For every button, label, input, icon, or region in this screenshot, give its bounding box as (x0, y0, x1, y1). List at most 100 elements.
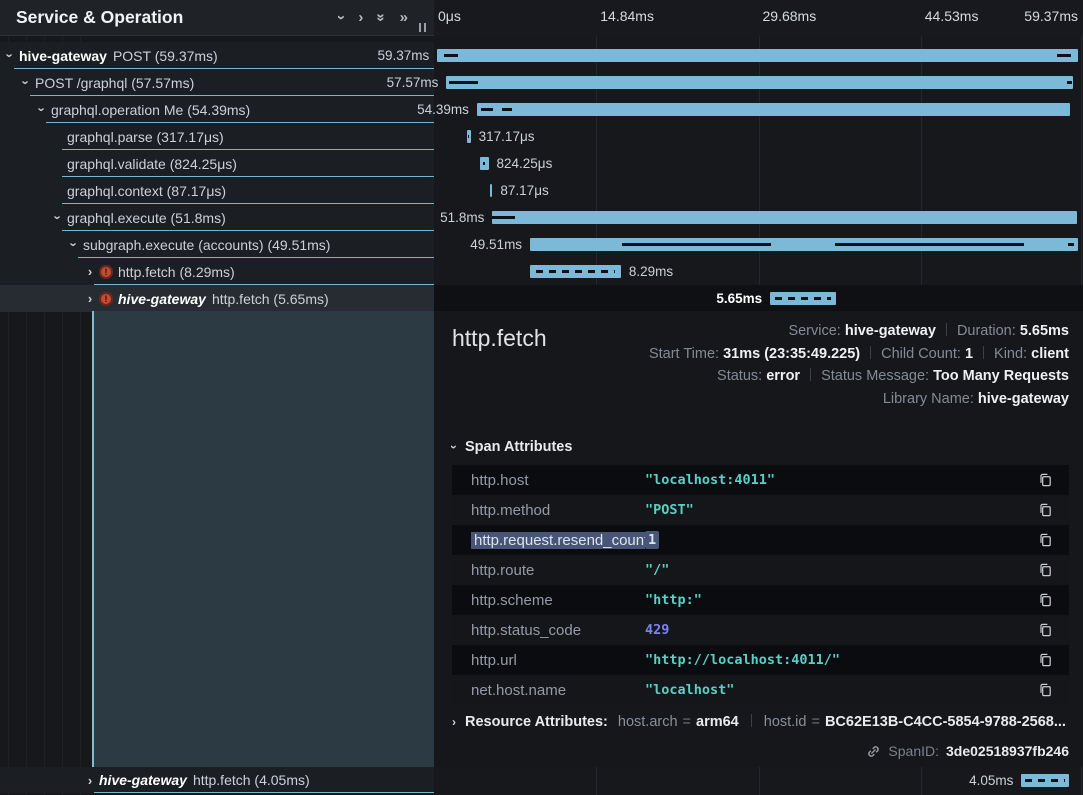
span-duration-bar[interactable] (490, 184, 492, 197)
child-span-mark (1067, 81, 1072, 84)
span-duration-bar[interactable] (467, 130, 471, 143)
tree-row[interactable]: ›hive-gatewayhttp.fetch (4.05ms) (0, 767, 434, 793)
child-span-mark (468, 135, 469, 138)
span-duration-bar[interactable] (492, 211, 1076, 224)
meta-line: Start Time: 31ms (23:35:49.225)Child Cou… (649, 343, 1069, 366)
link-icon[interactable] (866, 744, 881, 759)
span-duration-bar[interactable] (1021, 774, 1068, 787)
chevron-right-icon: › (452, 715, 456, 729)
attribute-value: 429 (645, 622, 1023, 638)
attribute-value: "POST" (645, 502, 1023, 518)
timeline-row[interactable]: 824.25μs (434, 150, 1083, 177)
chevron-down-icon[interactable]: › (334, 15, 349, 20)
meta-label: Status: (717, 368, 766, 384)
copy-icon[interactable] (1023, 562, 1069, 578)
meta-line: Library Name: hive-gateway (649, 388, 1069, 411)
resource-attributes-row[interactable]: › Resource Attributes: host.arch=arm64ho… (452, 714, 1069, 730)
span-duration-bar[interactable] (480, 157, 488, 170)
meta-value: 5.65ms (1020, 323, 1069, 339)
timeline-row[interactable]: 87.17μs (434, 177, 1083, 204)
timeline-row[interactable]: 54.39ms (434, 96, 1083, 123)
copy-icon[interactable] (1023, 652, 1069, 668)
meta-value: Too Many Requests (933, 368, 1069, 384)
operation-label: http.fetch (8.29ms) (118, 264, 235, 280)
copy-icon[interactable] (1023, 502, 1069, 518)
bar-duration-label: 4.05ms (969, 767, 1013, 794)
copy-icon[interactable] (1023, 622, 1069, 638)
span-duration-bar[interactable] (477, 103, 1070, 116)
tree-row[interactable]: graphql.context (87.17μs) (0, 177, 434, 204)
meta-divider (946, 323, 947, 336)
bar-duration-label: 57.57ms (387, 69, 439, 96)
timeline-row[interactable]: 57.57ms (434, 69, 1083, 96)
child-span-mark (449, 81, 478, 84)
attribute-row: http.host"localhost:4011" (452, 465, 1069, 495)
span-id-label: SpanID: (888, 743, 939, 759)
operation-label: POST /graphql (57.57ms) (35, 75, 194, 91)
tree-row[interactable]: ›POST /graphql (57.57ms) (0, 69, 434, 96)
span-attributes-header[interactable]: › Span Attributes (452, 439, 1069, 455)
double-chevron-right-icon[interactable]: » (400, 10, 408, 25)
span-detail-panel: http.fetch Service: hive-gatewayDuration… (434, 311, 1083, 767)
attribute-key: http.scheme (452, 592, 645, 609)
attribute-value: "localhost" (645, 682, 1023, 698)
chevron-right-icon[interactable]: › (358, 10, 363, 25)
copy-icon[interactable] (1023, 682, 1069, 698)
span-duration-bar[interactable] (770, 292, 836, 305)
timeline-row[interactable]: 49.51ms (434, 231, 1083, 258)
meta-value: 31ms (23:35:49.225) (723, 346, 860, 362)
copy-icon[interactable] (1023, 532, 1069, 548)
meta-value: hive-gateway (845, 323, 936, 339)
tree-row[interactable]: ›graphql.execute (51.8ms) (0, 204, 434, 231)
span-duration-bar[interactable] (530, 238, 1078, 251)
timeline-row[interactable]: 59.37ms (434, 42, 1083, 69)
tree-row[interactable]: graphql.validate (824.25μs) (0, 150, 434, 177)
tree-row[interactable]: ›hive-gatewayPOST (59.37ms) (0, 42, 434, 69)
timeline-row[interactable]: 5.65ms (434, 285, 1083, 312)
timeline-row[interactable]: 317.17μs (434, 123, 1083, 150)
meta-label: Duration: (957, 323, 1020, 339)
resource-attributes-title: Resource Attributes: (465, 714, 608, 730)
operation-label: graphql.validate (824.25μs) (67, 156, 237, 172)
tree-row[interactable]: ›subgraph.execute (accounts) (49.51ms) (0, 231, 434, 258)
tree-row[interactable]: ›!hive-gatewayhttp.fetch (5.65ms) (0, 285, 434, 312)
service-name: hive-gateway (99, 772, 187, 788)
span-duration-bar[interactable] (437, 49, 1078, 62)
span-attributes-table: http.host"localhost:4011"http.method"POS… (452, 465, 1069, 705)
operation-label: graphql.parse (317.17μs) (67, 129, 224, 145)
tree-row-content: hive-gatewayhttp.fetch (4.05ms) (0, 767, 434, 793)
operation-label: subgraph.execute (accounts) (49.51ms) (83, 237, 330, 253)
copy-icon[interactable] (1023, 472, 1069, 488)
attribute-key: http.route (452, 562, 645, 579)
child-span-mark (502, 108, 512, 111)
span-duration-bar[interactable] (446, 76, 1073, 89)
tree-row[interactable]: graphql.parse (317.17μs) (0, 123, 434, 150)
timeline-row[interactable]: 51.8ms (434, 204, 1083, 231)
timeline-row[interactable]: 8.29ms (434, 258, 1083, 285)
copy-icon[interactable] (1023, 592, 1069, 608)
child-span-mark (835, 243, 1024, 246)
tree-row-content: hive-gatewayPOST (59.37ms) (0, 42, 434, 69)
resource-attributes-items: host.arch=arm64host.id=BC62E13B-C4CC-585… (618, 714, 1066, 730)
attribute-value: "localhost:4011" (645, 472, 1023, 488)
span-detail-meta: Service: hive-gatewayDuration: 5.65msSta… (649, 320, 1069, 410)
panel-resize-handle-icon[interactable] (419, 23, 426, 32)
attribute-key: http.url (452, 652, 645, 669)
tree-row-content: POST /graphql (57.57ms) (0, 69, 434, 96)
timeline-tick: 29.68ms (763, 8, 817, 24)
bar-duration-label: 51.8ms (440, 204, 484, 231)
tree-row[interactable]: ›graphql.operation Me (54.39ms) (0, 96, 434, 123)
meta-label: Kind: (994, 346, 1031, 362)
span-duration-bar[interactable] (530, 265, 621, 278)
child-span-mark (483, 162, 485, 165)
span-attributes-section: › Span Attributes http.host"localhost:40… (452, 439, 1069, 705)
attribute-value-highlight: 1 (645, 531, 659, 549)
meta-line: Service: hive-gatewayDuration: 5.65ms (649, 320, 1069, 343)
double-chevron-down-icon[interactable]: » (374, 13, 389, 21)
operation-label: http.fetch (5.65ms) (212, 291, 329, 307)
tree-header-title: Service & Operation (0, 7, 339, 28)
timeline-ruler: 0μs 14.84ms 29.68ms 44.53ms 59.37ms (434, 0, 1083, 36)
tree-row[interactable]: ›!http.fetch (8.29ms) (0, 258, 434, 285)
attribute-key: http.request.resend_count (452, 532, 645, 549)
timeline-row[interactable]: 4.05ms (434, 767, 1083, 793)
